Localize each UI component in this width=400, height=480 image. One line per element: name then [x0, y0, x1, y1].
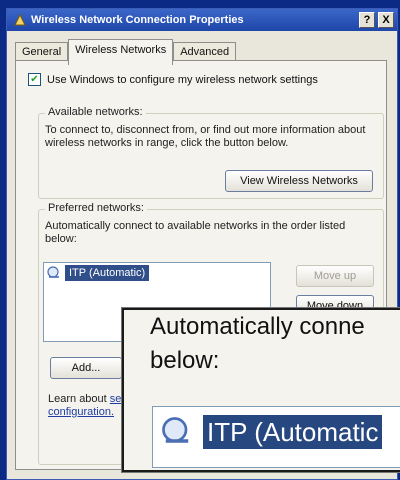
use-windows-checkbox[interactable]: ✔	[28, 73, 41, 86]
zoom-list-item-label: ITP (Automatic	[203, 415, 383, 449]
move-up-button[interactable]: Move up	[296, 265, 374, 287]
preferred-networks-description: Automatically connect to available netwo…	[45, 220, 346, 245]
tab-wireless-networks[interactable]: Wireless Networks	[68, 39, 174, 65]
use-windows-row[interactable]: ✔ Use Windows to configure my wireless n…	[28, 73, 318, 86]
zoom-description-line2: below:	[150, 347, 220, 374]
view-wireless-networks-button[interactable]: View Wireless Networks	[225, 170, 373, 192]
learn-about-link-line2[interactable]: configuration.	[48, 406, 114, 418]
wireless-network-icon	[47, 266, 59, 278]
preferred-networks-legend: Preferred networks:	[45, 202, 147, 214]
network-connection-icon	[13, 13, 27, 27]
window-title: Wireless Network Connection Properties	[31, 14, 244, 26]
zoom-list: ITP (Automatic	[152, 406, 400, 468]
close-button[interactable]: X	[378, 12, 394, 28]
zoom-list-item: ITP (Automatic	[159, 415, 383, 449]
title-bar: Wireless Network Connection Properties ?…	[7, 9, 397, 31]
available-networks-description: To connect to, disconnect from, or find …	[45, 124, 366, 149]
add-button[interactable]: Add...	[50, 357, 122, 379]
wireless-network-icon	[162, 417, 189, 443]
available-networks-legend: Available networks:	[45, 106, 146, 118]
available-networks-group: Available networks: To connect to, disco…	[38, 106, 384, 199]
list-item-label: ITP (Automatic)	[65, 265, 150, 281]
list-item[interactable]: ITP (Automatic)	[46, 265, 268, 281]
learn-about-label: Learn about	[48, 393, 107, 405]
zoom-callout: Automatically conne below: ITP (Automati…	[122, 308, 400, 472]
use-windows-label: Use Windows to configure my wireless net…	[47, 73, 318, 86]
tab-strip: General Wireless Networks Advanced	[15, 39, 237, 65]
zoom-description-line1: Automatically conne	[150, 313, 365, 340]
help-button[interactable]: ?	[359, 12, 375, 28]
